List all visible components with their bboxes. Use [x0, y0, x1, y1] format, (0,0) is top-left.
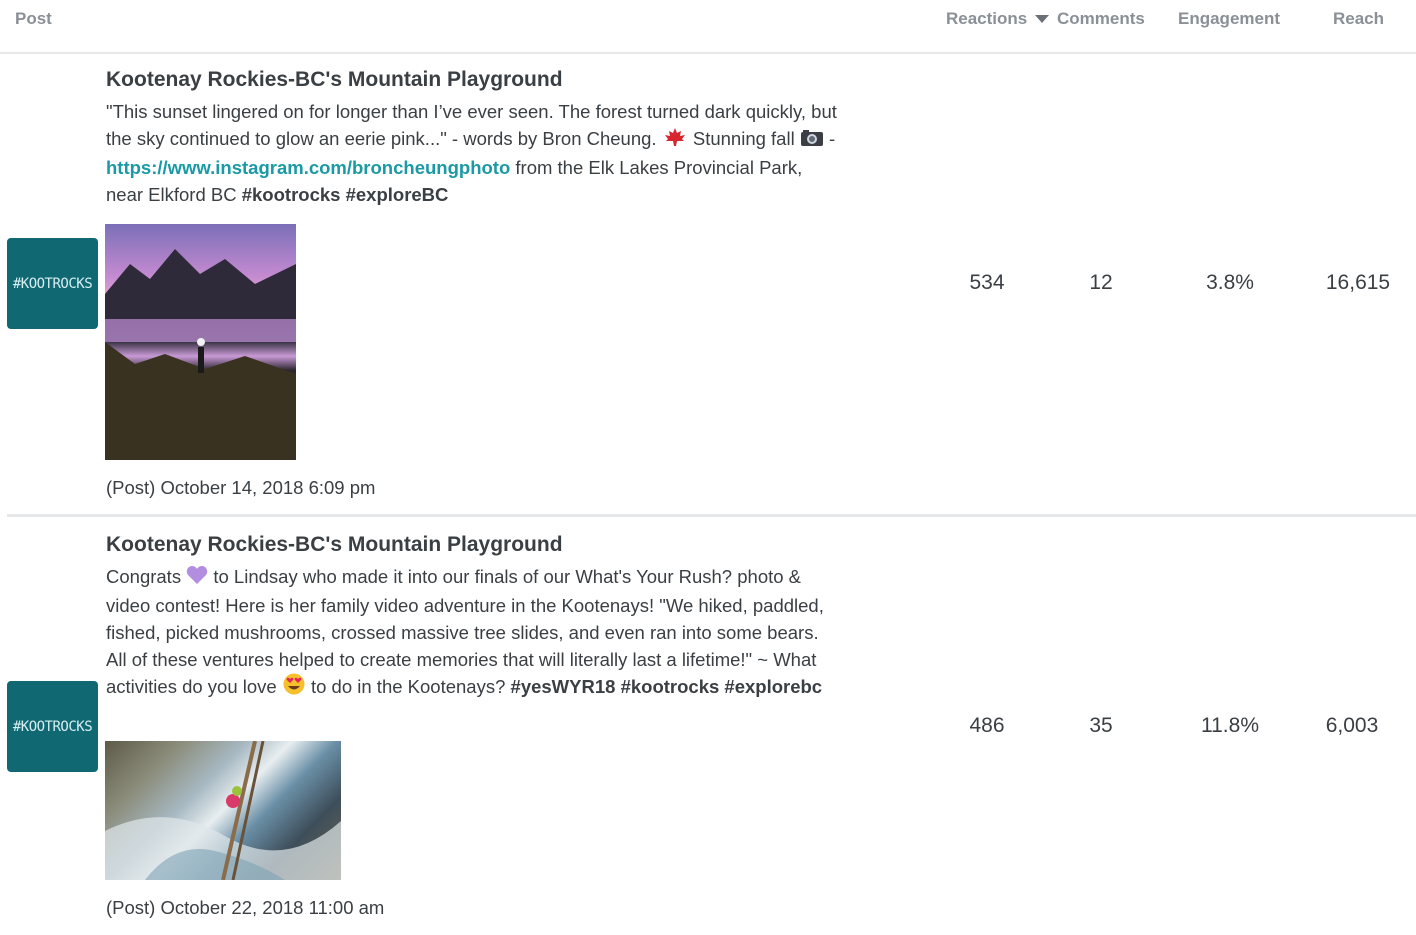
reactions-count: 486 [969, 714, 1005, 737]
maple-leaf-icon [662, 127, 688, 154]
post-text-part: to do in the Kootenays? [310, 676, 506, 697]
post-image[interactable] [105, 741, 341, 880]
heart-eyes-emoji-icon [282, 673, 306, 702]
comments-count: 12 [1089, 271, 1113, 294]
post-hashtags[interactable]: #yesWYR18 #kootrocks #explorebc [511, 676, 823, 697]
caret-down-icon[interactable] [1034, 11, 1050, 29]
row-divider [7, 514, 1416, 517]
column-header-reach[interactable]: Reach [1333, 9, 1384, 29]
post-date: (Post) October 22, 2018 11:00 am [106, 897, 385, 918]
table-header: Post Reactions Comments Engagement Reach [0, 0, 1416, 54]
post-text-part: Stunning fall [692, 128, 795, 149]
comments-count: 35 [1089, 714, 1113, 737]
column-header-engagement[interactable]: Engagement [1178, 9, 1280, 29]
page-name[interactable]: Kootenay Rockies-BC's Mountain Playgroun… [106, 533, 563, 557]
post-hashtags[interactable]: #kootrocks #exploreBC [242, 184, 449, 205]
engagement-rate: 3.8% [1206, 271, 1254, 294]
post-image[interactable] [105, 224, 296, 460]
engagement-rate: 11.8% [1201, 714, 1259, 737]
purple-heart-icon [186, 565, 208, 592]
post-text: Congrats to Lindsay who made it into our… [106, 563, 841, 702]
page-name[interactable]: Kootenay Rockies-BC's Mountain Playgroun… [106, 68, 563, 92]
reactions-count: 534 [969, 271, 1005, 294]
column-header-reactions[interactable]: Reactions [946, 9, 1027, 29]
reach-count: 16,615 [1325, 271, 1391, 294]
post-text-part: Congrats [106, 566, 182, 587]
column-header-post[interactable]: Post [15, 9, 52, 29]
post-text: "This sunset lingered on for longer than… [106, 98, 841, 208]
column-header-comments[interactable]: Comments [1057, 9, 1145, 29]
camera-icon [800, 127, 824, 154]
reach-count: 6,003 [1325, 714, 1379, 737]
avatar[interactable]: #KOOTROCKS [7, 238, 98, 329]
post-link[interactable]: https://www.instagram.com/broncheungphot… [106, 157, 510, 178]
post-text-part: - [823, 128, 836, 149]
post-date: (Post) October 14, 2018 6:09 pm [106, 477, 376, 498]
avatar[interactable]: #KOOTROCKS [7, 681, 98, 772]
